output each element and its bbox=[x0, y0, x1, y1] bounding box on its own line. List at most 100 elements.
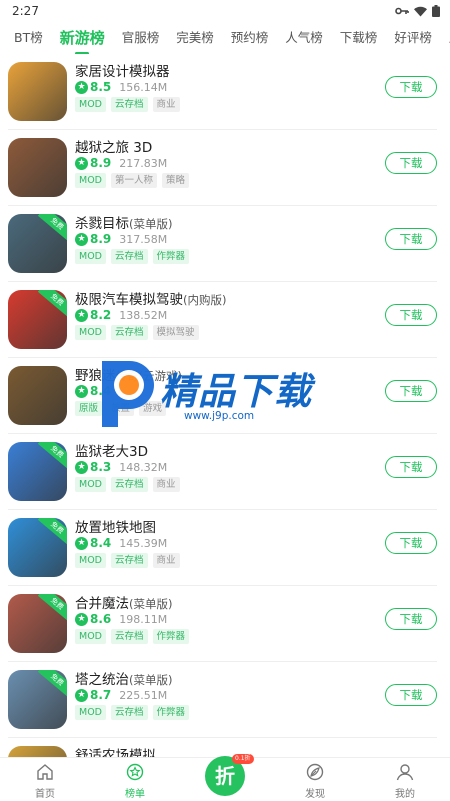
game-tag: 作弊器 bbox=[152, 249, 190, 264]
tab-2[interactable]: 官服榜 bbox=[122, 23, 160, 53]
game-row[interactable]: 免费 监狱老大3D ★ 8.3 148.32M MOD 云存档 商业 下载 bbox=[8, 434, 437, 510]
game-tag: MOD bbox=[75, 173, 106, 188]
tab-7[interactable]: 好评榜 bbox=[394, 23, 432, 53]
game-title[interactable]: 杀戮目标(菜单版) bbox=[75, 212, 172, 232]
star-icon: ★ bbox=[75, 308, 88, 322]
nav-mine[interactable]: 我的 bbox=[360, 758, 450, 801]
rank-star-icon bbox=[126, 763, 144, 781]
game-size: 317.58M bbox=[119, 232, 168, 246]
game-tag: MOD bbox=[75, 477, 106, 492]
game-title[interactable]: 家居设计模拟器 bbox=[75, 60, 170, 80]
game-tag: 云存档 bbox=[111, 97, 148, 112]
tab-3[interactable]: 完美榜 bbox=[176, 23, 214, 53]
nav-home[interactable]: 首页 bbox=[0, 758, 90, 801]
game-name: 杀戮目标 bbox=[75, 216, 129, 232]
nav-mine-label: 我的 bbox=[395, 789, 415, 800]
download-button[interactable]: 下载 bbox=[385, 532, 437, 554]
game-tag: 云存档 bbox=[111, 705, 148, 720]
game-tag: 作弊器 bbox=[152, 629, 190, 644]
wifi-icon bbox=[414, 6, 427, 16]
game-icon[interactable]: 免费 bbox=[8, 670, 67, 729]
game-icon[interactable] bbox=[8, 62, 67, 121]
free-ribbon: 免费 bbox=[37, 214, 67, 242]
game-icon[interactable]: 免费 bbox=[8, 594, 67, 653]
game-row[interactable]: 免费 塔之统治(菜单版) ★ 8.7 225.51M MOD 云存档 作弊器 下载 bbox=[8, 662, 437, 738]
game-title[interactable]: 合并魔法(菜单版) bbox=[75, 592, 172, 612]
nav-rank-label: 榜单 bbox=[125, 789, 145, 800]
game-tag: MOD bbox=[75, 705, 106, 720]
game-meta: ★ 8.3 148.32M bbox=[75, 460, 167, 474]
tab-5[interactable]: 人气榜 bbox=[285, 23, 323, 53]
game-row[interactable]: 舒适农场模拟下载 bbox=[8, 738, 437, 757]
game-tag: 第一人称 bbox=[111, 173, 158, 188]
game-title[interactable]: 监狱老大3D bbox=[75, 440, 148, 460]
star-icon: ★ bbox=[75, 688, 88, 702]
game-tag: MOD bbox=[75, 629, 106, 644]
game-version-suffix: (内购版) bbox=[183, 293, 227, 307]
game-icon[interactable] bbox=[8, 746, 67, 757]
game-title[interactable]: 极限汽车模拟驾驶(内购版) bbox=[75, 288, 226, 308]
game-meta: ★ 8.9 217.83M bbox=[75, 156, 167, 170]
download-button[interactable]: 下载 bbox=[385, 304, 437, 326]
download-button[interactable]: 下载 bbox=[385, 684, 437, 706]
game-row[interactable]: 家居设计模拟器 ★ 8.5 156.14M MOD 云存档 商业 下载 bbox=[8, 54, 437, 130]
game-tags: MOD 云存档 商业 bbox=[75, 97, 180, 112]
download-button[interactable]: 下载 bbox=[385, 76, 437, 98]
game-tag: 模拟驾驶 bbox=[152, 325, 199, 340]
game-size: 156.14M bbox=[119, 80, 168, 94]
game-rating: 8.4 bbox=[90, 536, 112, 550]
download-button[interactable]: 下载 bbox=[385, 456, 437, 478]
user-icon bbox=[396, 764, 414, 781]
game-title[interactable]: 塔之统治(菜单版) bbox=[75, 668, 172, 688]
game-name: 塔之统治 bbox=[75, 672, 129, 688]
nav-rank[interactable]: 榜单 bbox=[90, 758, 180, 801]
game-icon[interactable]: 免费 bbox=[8, 290, 67, 349]
tab-6[interactable]: 下载榜 bbox=[340, 23, 378, 53]
discount-badge: 0.1折 bbox=[232, 754, 254, 764]
game-tag: MOD bbox=[75, 553, 106, 568]
game-meta: ★ 8.5 156.14M bbox=[75, 80, 167, 94]
game-icon[interactable]: 免费 bbox=[8, 214, 67, 273]
game-tag: 云存档 bbox=[111, 249, 148, 264]
game-row[interactable]: 免费 合并魔法(菜单版) ★ 8.6 198.11M MOD 云存档 作弊器 下载 bbox=[8, 586, 437, 662]
tab-0[interactable]: BT榜 bbox=[14, 23, 43, 53]
watermark-text: 精品下载 bbox=[160, 370, 312, 413]
game-tag: 云存档 bbox=[111, 477, 148, 492]
game-title[interactable]: 越狱之旅 3D bbox=[75, 136, 152, 156]
download-button[interactable]: 下载 bbox=[385, 152, 437, 174]
nav-discover[interactable]: 发现 bbox=[270, 758, 360, 801]
download-button[interactable]: 下载 bbox=[385, 228, 437, 250]
game-meta: ★ 8.6 198.11M bbox=[75, 612, 167, 626]
game-title[interactable]: 放置地铁地图 bbox=[75, 516, 156, 536]
tab-4[interactable]: 预约榜 bbox=[231, 23, 269, 53]
vpn-key-icon bbox=[395, 7, 409, 15]
game-tags: MOD 云存档 作弊器 bbox=[75, 629, 190, 644]
download-button[interactable]: 下载 bbox=[385, 608, 437, 630]
nav-discount[interactable]: 折 0.1折 bbox=[180, 754, 270, 801]
game-title[interactable]: 舒适农场模拟 bbox=[75, 744, 156, 757]
game-rating: 8.9 bbox=[90, 232, 112, 246]
game-icon[interactable]: 免费 bbox=[8, 442, 67, 501]
home-icon bbox=[37, 764, 53, 780]
game-tag: 商业 bbox=[152, 97, 180, 112]
game-row[interactable]: 越狱之旅 3D ★ 8.9 217.83M MOD 第一人称 策略 下载 bbox=[8, 130, 437, 206]
game-row[interactable]: 免费 极限汽车模拟驾驶(内购版) ★ 8.2 138.52M MOD 云存档 模拟驾驶 下载 bbox=[8, 282, 437, 358]
game-meta: ★ 8.7 225.51M bbox=[75, 688, 167, 702]
download-button[interactable]: 下载 bbox=[385, 380, 437, 402]
game-row[interactable]: 免费 放置地铁地图 ★ 8.4 145.39M MOD 云存档 商业 下载 bbox=[8, 510, 437, 586]
game-rating: 8.7 bbox=[90, 688, 112, 702]
tab-1[interactable]: 新游榜 bbox=[60, 23, 105, 54]
game-tag: MOD bbox=[75, 249, 106, 264]
free-ribbon: 免费 bbox=[37, 594, 67, 622]
star-icon: ★ bbox=[75, 384, 88, 398]
star-icon: ★ bbox=[75, 80, 88, 94]
game-icon[interactable] bbox=[8, 138, 67, 197]
ranking-tabs: BT榜新游榜官服榜完美榜预约榜人气榜下载榜好评榜厂商榜 bbox=[0, 22, 450, 54]
game-version-suffix: (菜单版) bbox=[129, 597, 173, 611]
game-row[interactable]: 免费 杀戮目标(菜单版) ★ 8.9 317.58M MOD 云存档 作弊器 下载 bbox=[8, 206, 437, 282]
free-ribbon: 免费 bbox=[37, 442, 67, 470]
game-tags: MOD 云存档 商业 bbox=[75, 477, 180, 492]
game-icon[interactable] bbox=[8, 366, 67, 425]
game-icon[interactable]: 免费 bbox=[8, 518, 67, 577]
game-name: 舒适农场模拟 bbox=[75, 748, 156, 757]
